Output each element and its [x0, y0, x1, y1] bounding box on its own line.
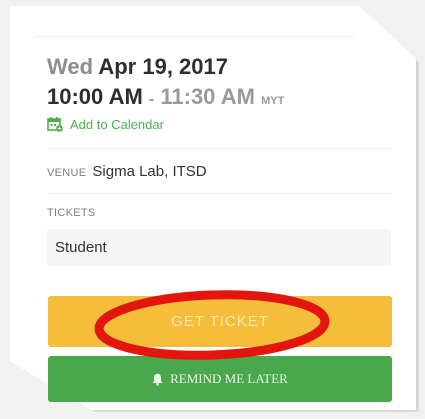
event-time-end: 11:30 AM [160, 84, 255, 109]
bell-icon [152, 373, 163, 386]
venue-label: VENUE [47, 167, 87, 179]
remind-me-later-button[interactable]: REMIND ME LATER [48, 356, 392, 402]
divider-2 [47, 193, 392, 194]
calendar-plus-icon [47, 117, 63, 132]
event-timezone: MYT [261, 95, 285, 107]
add-to-calendar-link[interactable]: Add to Calendar [47, 117, 164, 132]
venue-value: Sigma Lab, ITSD [92, 163, 207, 180]
get-ticket-button[interactable]: GET TICKET [48, 296, 392, 347]
event-date: Wed Apr 19, 2017 [47, 54, 228, 80]
event-time: 10:00 AM - 11:30 AM MYT [47, 84, 284, 110]
ticket-type-select[interactable]: Student [47, 229, 391, 266]
event-date-value: Apr 19, 2017 [98, 54, 228, 79]
event-day-of-week: Wed [47, 54, 94, 79]
add-to-calendar-label: Add to Calendar [70, 117, 164, 132]
divider-1 [47, 148, 392, 149]
remind-me-later-label: REMIND ME LATER [170, 371, 288, 386]
top-divider [35, 36, 355, 37]
venue-row: VENUE Sigma Lab, ITSD [47, 163, 207, 180]
event-time-separator: - [148, 91, 155, 108]
tickets-label: TICKETS [47, 207, 96, 219]
event-time-start: 10:00 AM [47, 84, 143, 109]
